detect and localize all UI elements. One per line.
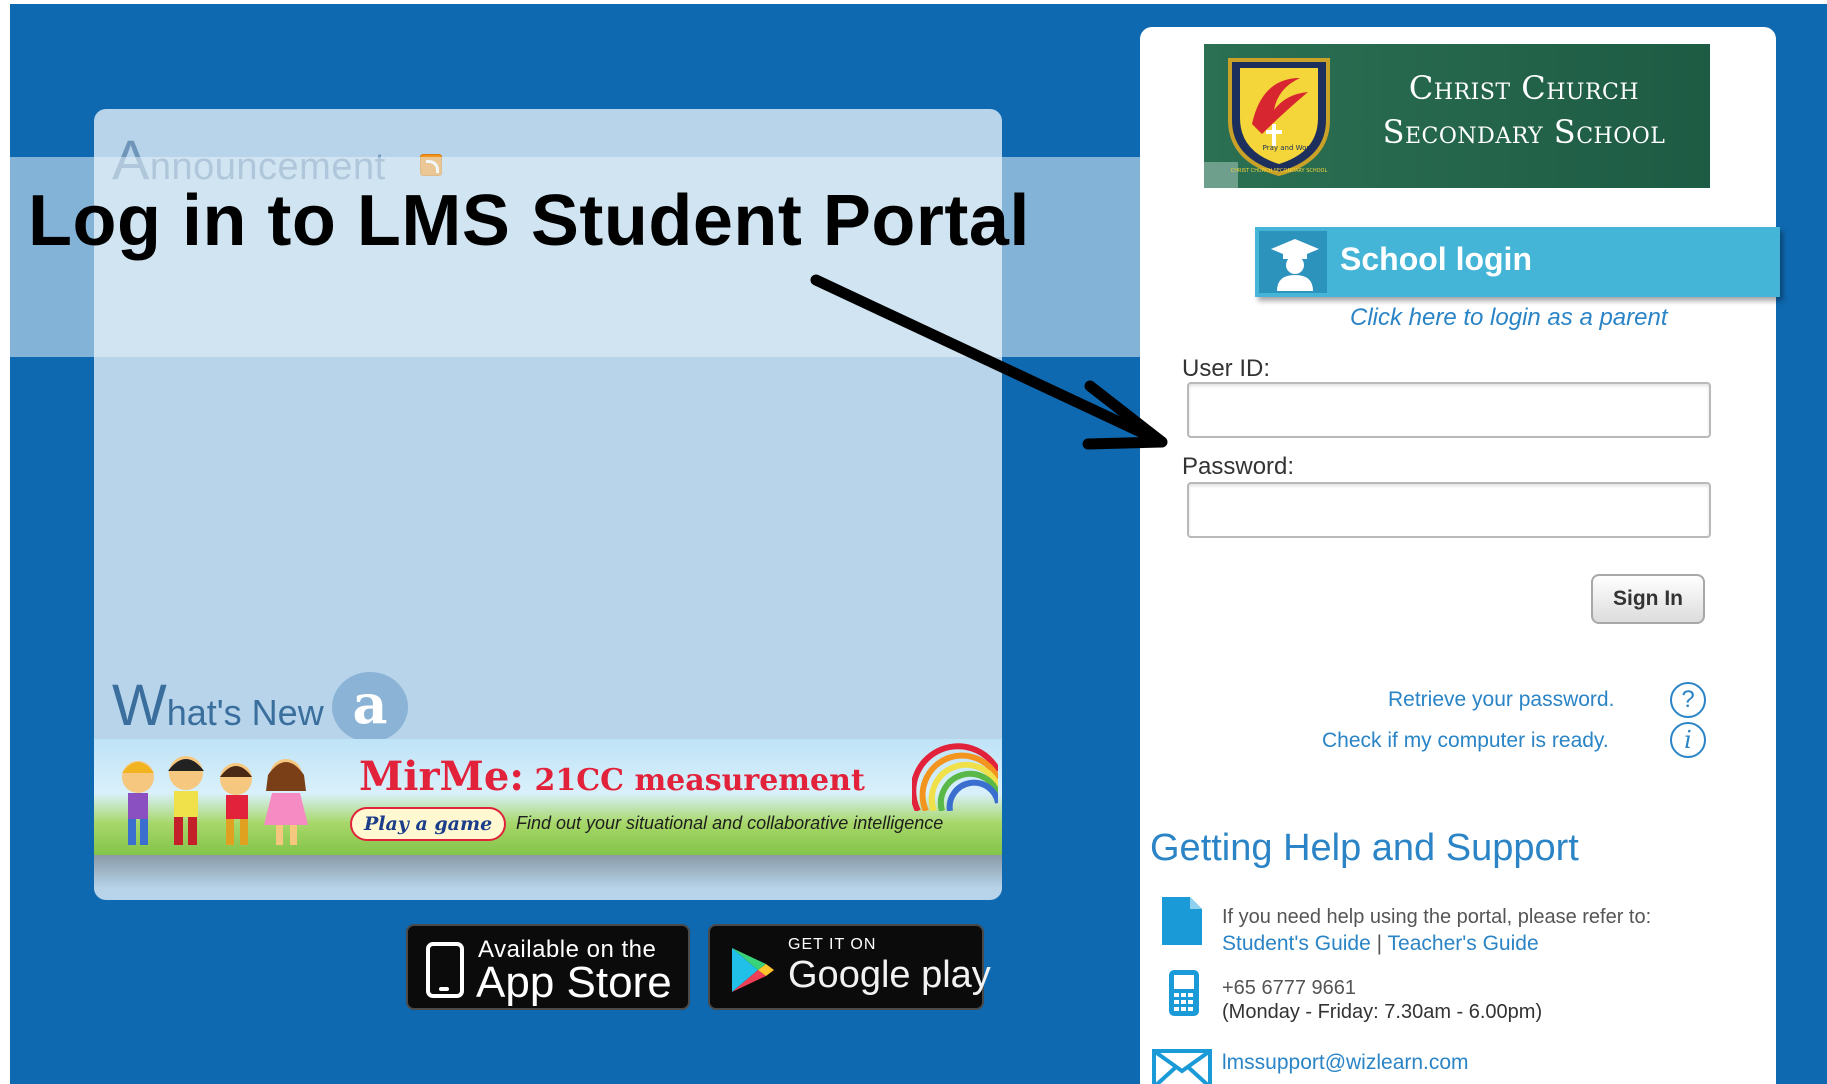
- teacher-guide-link[interactable]: Teacher's Guide: [1388, 932, 1539, 955]
- student-icon-box: [1259, 231, 1327, 293]
- arrow-annotation-icon: [810, 274, 1168, 450]
- whats-new-heading-text: hat's New: [166, 692, 324, 733]
- mail-icon: [1152, 1049, 1212, 1084]
- mirme-title-sub: 21CC measurement: [524, 763, 865, 798]
- school-name-line-2: Secondary School: [1382, 113, 1666, 151]
- school-name-line-1: Christ Church: [1408, 69, 1640, 107]
- graduate-student-icon: [1271, 239, 1319, 291]
- support-email-link[interactable]: lmssupport@wizlearn.com: [1222, 1051, 1469, 1075]
- check-computer-link[interactable]: Check if my computer is ready.: [1322, 729, 1609, 753]
- whats-new-heading-initial: W: [112, 673, 167, 738]
- overlay-title: Log in to LMS Student Portal: [28, 181, 1030, 261]
- phone-icon: [1169, 970, 1199, 1016]
- school-name: Christ Church Secondary School: [1344, 66, 1704, 154]
- screenshot-frame: Announcement What's New a MirMe: 21CC me…: [0, 0, 1827, 1084]
- guide-links: Student's Guide | Teacher's Guide: [1222, 932, 1539, 956]
- password-input[interactable]: [1187, 482, 1711, 538]
- school-login-tab[interactable]: School login: [1255, 227, 1780, 297]
- mirme-tagline: Find out your situational and collaborat…: [516, 813, 944, 833]
- login-panel: Pray and Work CHRIST CHURCH SECONDARY SC…: [1140, 27, 1780, 1084]
- app-store-name: App Store: [476, 958, 672, 1007]
- student-guide-link[interactable]: Student's Guide: [1222, 932, 1371, 955]
- password-label: Password:: [1182, 453, 1295, 480]
- user-id-input[interactable]: [1187, 382, 1711, 438]
- app-store-badge[interactable]: Available on the App Store: [406, 924, 690, 1010]
- user-id-label: User ID:: [1182, 355, 1271, 382]
- google-play-icon: [732, 948, 774, 992]
- mirme-banner[interactable]: MirMe: 21CC measurement Play a game Find…: [94, 739, 1002, 889]
- mirme-title-main: MirMe:: [359, 753, 525, 800]
- banner-shadow: [94, 855, 1002, 889]
- guide-separator: |: [1370, 932, 1388, 955]
- google-play-caption: GET IT ON: [788, 936, 877, 953]
- school-crest-icon: Pray and Work CHRIST CHURCH SECONDARY SC…: [1228, 58, 1330, 177]
- document-icon: [1162, 897, 1202, 945]
- whats-new-heading: What's New: [112, 672, 324, 739]
- support-hours: (Monday - Friday: 7.30am - 6.00pm): [1222, 1001, 1543, 1023]
- help-instructions: If you need help using the portal, pleas…: [1222, 906, 1652, 928]
- google-play-name: Google play: [788, 954, 991, 996]
- support-phone: +65 6777 9661: [1222, 977, 1357, 999]
- parent-login-link[interactable]: Click here to login as a parent: [1350, 304, 1668, 332]
- play-game-button[interactable]: Play a game: [350, 807, 507, 841]
- question-mark-icon[interactable]: ?: [1670, 682, 1706, 718]
- sign-in-button[interactable]: Sign In: [1591, 574, 1705, 624]
- whats-new-logo-icon: a: [332, 672, 408, 742]
- google-play-badge[interactable]: GET IT ON Google play: [708, 924, 991, 1010]
- help-support-heading: Getting Help and Support: [1150, 827, 1579, 869]
- children-illustration-icon: [122, 756, 308, 845]
- info-icon[interactable]: i: [1670, 722, 1706, 758]
- rainbow-icon: [912, 743, 998, 811]
- retrieve-password-link[interactable]: Retrieve your password.: [1388, 688, 1614, 712]
- school-header: Pray and Work CHRIST CHURCH SECONDARY SC…: [1204, 44, 1710, 188]
- phone-device-icon: [426, 942, 464, 998]
- mirme-title: MirMe: 21CC measurement: [359, 753, 865, 800]
- crest-ring-text: CHRIST CHURCH SECONDARY SCHOOL: [1231, 168, 1328, 174]
- crest-motto: Pray and Work: [1263, 144, 1315, 152]
- school-login-label: School login: [1340, 241, 1532, 277]
